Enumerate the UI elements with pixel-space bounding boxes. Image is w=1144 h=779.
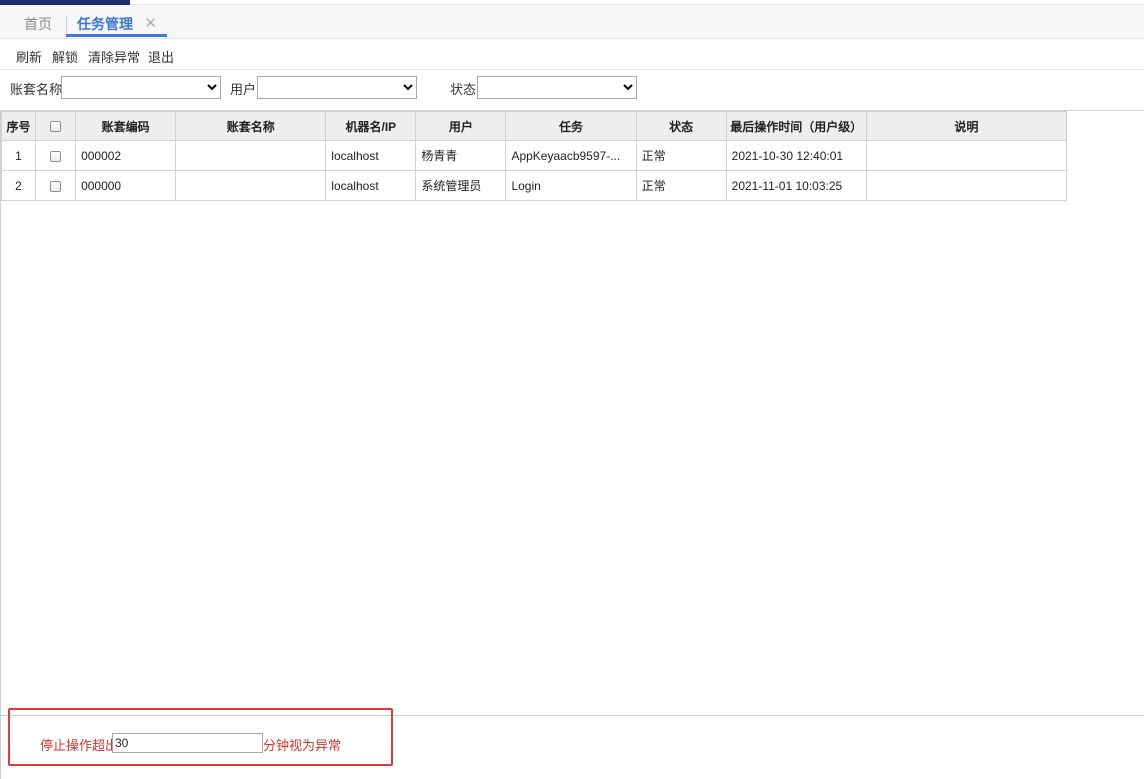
cell-index: 1 [0,140,37,171]
cell-name [175,140,327,171]
cell-machine: localhost [325,170,417,201]
header-index[interactable]: 序号 [0,111,37,141]
tab-task-management[interactable]: 任务管理 ✕ [66,15,167,37]
clear-exception-button[interactable]: 清除异常 [88,47,140,66]
header-select-all [35,111,77,141]
unlock-button[interactable]: 解锁 [52,47,78,66]
tab-bar: 首页 任务管理 ✕ [0,5,1144,39]
cell-user: 系统管理员 [415,170,507,201]
cell-code: 000000 [75,170,177,201]
cell-code: 000002 [75,140,177,171]
exit-button[interactable]: 退出 [148,47,174,66]
account-set-select[interactable] [61,76,221,99]
cell-machine: localhost [325,140,417,171]
select-all-checkbox[interactable] [50,121,62,133]
cell-name [175,170,327,201]
cell-task: AppKeyaacb9597-... [505,140,637,171]
cell-index: 2 [0,170,37,201]
table-row[interactable]: 2 000000 localhost 系统管理员 Login 正常 2021-1… [0,170,1068,201]
header-task[interactable]: 任务 [505,111,637,141]
user-label: 用户 [230,82,257,97]
task-table: 序号 账套编码 账套名称 机器名/IP 用户 任务 状态 最后操作时间（用户级）… [0,111,1068,201]
cell-user: 杨青青 [415,140,507,171]
header-desc[interactable]: 说明 [865,111,1068,141]
cell-status: 正常 [635,170,727,201]
table-header-row: 序号 账套编码 账套名称 机器名/IP 用户 任务 状态 最后操作时间（用户级）… [0,111,1068,141]
header-last-op[interactable]: 最后操作时间（用户级） [725,111,867,141]
cell-select [35,170,77,201]
header-name[interactable]: 账套名称 [175,111,327,141]
cell-last-op: 2021-10-30 12:40:01 [725,140,867,171]
header-user[interactable]: 用户 [415,111,507,141]
cell-status: 正常 [635,140,727,171]
cell-task: Login [505,170,637,201]
header-status[interactable]: 状态 [635,111,727,141]
row-checkbox[interactable] [50,150,62,162]
status-label: 状态 [450,82,477,97]
header-machine[interactable]: 机器名/IP [325,111,417,141]
tab-task-management-label: 任务管理 [77,16,133,32]
close-icon[interactable]: ✕ [144,15,157,33]
cell-select [35,140,77,171]
highlight-annotation [8,708,393,766]
header-code[interactable]: 账套编码 [75,111,177,141]
task-grid: 序号 账套编码 账套名称 机器名/IP 用户 任务 状态 最后操作时间（用户级）… [0,110,1144,715]
status-select[interactable] [477,76,637,99]
toolbar: 刷新 解锁 清除异常 退出 [0,40,1144,70]
table-row[interactable]: 1 000002 localhost 杨青青 AppKeyaacb9597-..… [0,140,1068,171]
row-checkbox[interactable] [50,180,62,192]
cell-desc [865,170,1068,201]
cell-desc [865,140,1068,171]
user-select[interactable] [257,76,417,99]
filter-bar: 账套名称 用户 状态 [0,70,1144,110]
cell-last-op: 2021-11-01 10:03:25 [725,170,867,201]
refresh-button[interactable]: 刷新 [16,47,42,66]
account-set-label: 账套名称 [10,82,63,97]
tab-home[interactable]: 首页 [24,15,52,37]
